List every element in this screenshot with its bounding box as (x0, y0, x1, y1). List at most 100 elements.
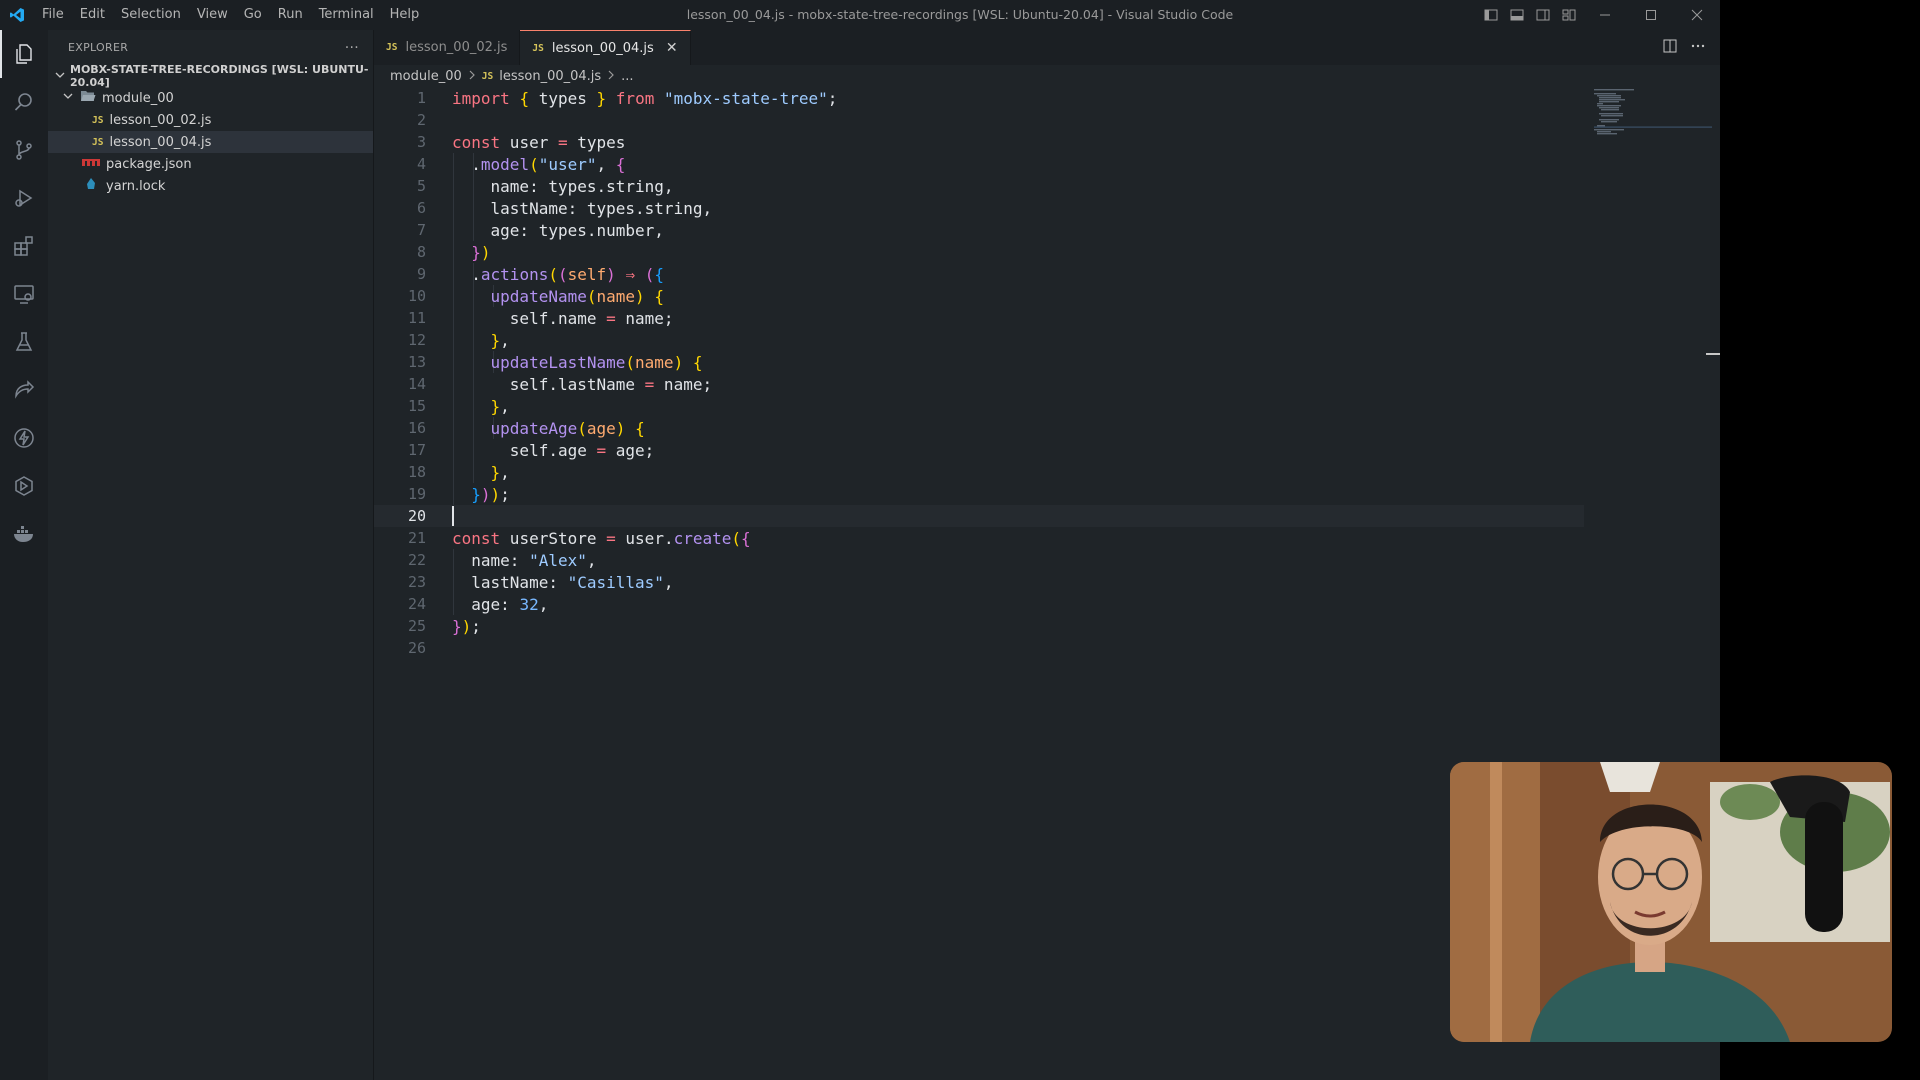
window-title: lesson_00_04.js - mobx-state-tree-record… (686, 7, 1234, 22)
menu-selection[interactable]: Selection (113, 0, 189, 30)
chevron-right-icon (607, 69, 615, 84)
breadcrumb-folder[interactable]: module_00 (390, 69, 462, 84)
tab-label: lesson_00_04.js (551, 40, 654, 56)
chevron-down-icon (60, 88, 76, 108)
code-line: 7 age: types.number, (416, 220, 664, 240)
sidebar-title: EXPLORER (68, 41, 129, 54)
customize-layout-icon[interactable] (1556, 0, 1582, 30)
explorer-sidebar: EXPLORER ··· MOBX-STATE-TREE-RECORDINGS … (48, 30, 374, 1080)
thunder-client-icon[interactable] (0, 414, 48, 462)
live-share-icon[interactable] (0, 366, 48, 414)
code-line: 8 }) (416, 242, 491, 262)
tab-lesson-02[interactable]: JS lesson_00_02.js (374, 30, 521, 65)
file-label: lesson_00_02.js (109, 112, 212, 128)
code-line: 15 }, (407, 396, 510, 416)
editor-actions (1662, 30, 1706, 65)
code-line: 2 (416, 111, 426, 129)
npm-icon (82, 157, 100, 172)
js-file-icon: JS (92, 114, 104, 126)
explorer-icon[interactable] (0, 30, 48, 78)
vscode-logo-icon (0, 0, 34, 30)
toggle-secondary-sidebar-icon[interactable] (1530, 0, 1556, 30)
code-line-current: 20 (374, 505, 1584, 527)
code-line: 22 name: "Alex", (407, 550, 597, 570)
breadcrumb: module_00 JS lesson_00_04.js ... (374, 65, 1720, 87)
code-line: 13 updateLastName(name) { (407, 352, 703, 372)
menu-go[interactable]: Go (236, 0, 270, 30)
more-actions-icon[interactable] (1690, 38, 1706, 58)
chevron-right-icon (468, 69, 476, 84)
code-line: 25}); (407, 616, 481, 636)
folder-open-icon (80, 89, 96, 107)
run-debug-icon[interactable] (0, 174, 48, 222)
code-line: 19 })); (407, 484, 510, 504)
breadcrumb-symbol[interactable]: ... (621, 69, 633, 84)
close-window-icon[interactable] (1674, 0, 1720, 30)
code-line: 4 .model("user", { (416, 154, 626, 174)
menu-run[interactable]: Run (270, 0, 311, 30)
file-label: package.json (106, 156, 192, 172)
split-editor-icon[interactable] (1662, 38, 1678, 58)
code-line: 24 age: 32, (407, 594, 549, 614)
js-file-icon: JS (386, 42, 398, 53)
search-icon[interactable] (0, 78, 48, 126)
extensions-icon[interactable] (0, 222, 48, 270)
workspace-folder-header[interactable]: MOBX-STATE-TREE-RECORDINGS [WSL: UBUNTU-… (48, 63, 373, 89)
code-line: 16 updateAge(age) { (407, 418, 645, 438)
code-line: 10 updateName(name) { (407, 286, 664, 306)
text-cursor (452, 506, 454, 526)
menu-terminal[interactable]: Terminal (311, 0, 382, 30)
menu-bar: File Edit Selection View Go Run Terminal… (34, 0, 427, 30)
tree-file-package-json[interactable]: package.json (48, 153, 373, 175)
tree-file-lesson-04[interactable]: JS lesson_00_04.js (48, 131, 373, 153)
scrollbar-position-marker (1706, 353, 1720, 355)
code-line: 17 self.age = age; (407, 440, 655, 460)
tree-file-lesson-02[interactable]: JS lesson_00_02.js (48, 109, 373, 131)
maximize-icon[interactable] (1628, 0, 1674, 30)
code-line: 23 lastName: "Casillas", (407, 572, 674, 592)
sidebar-more-button[interactable]: ··· (345, 40, 359, 56)
kubernetes-icon[interactable] (0, 462, 48, 510)
title-bar: File Edit Selection View Go Run Terminal… (0, 0, 1720, 30)
tab-label: lesson_00_02.js (405, 40, 508, 55)
testing-icon[interactable] (0, 318, 48, 366)
toggle-panel-icon[interactable] (1504, 0, 1530, 30)
webcam-video-overlay (1450, 762, 1892, 1042)
code-line: 3 const user = types (416, 132, 626, 152)
source-control-icon[interactable] (0, 126, 48, 174)
menu-help[interactable]: Help (382, 0, 428, 30)
breadcrumb-file[interactable]: lesson_00_04.js (499, 69, 601, 84)
code-line: 18 }, (407, 462, 510, 482)
editor-tabs: JS lesson_00_02.js JS lesson_00_04.js ✕ (374, 30, 1720, 65)
remote-explorer-icon[interactable] (0, 270, 48, 318)
menu-file[interactable]: File (34, 0, 72, 30)
menu-view[interactable]: View (189, 0, 236, 30)
code-line: 6 lastName: types.string, (416, 198, 713, 218)
code-line: 9 .actions((self) ⇒ ({ (416, 264, 664, 284)
docker-icon[interactable] (0, 510, 48, 558)
activity-bar (0, 30, 48, 1080)
sidebar-header: EXPLORER ··· (48, 30, 373, 65)
code-line: 1 import { types } from "mobx-state-tree"… (416, 88, 838, 108)
workspace-name: MOBX-STATE-TREE-RECORDINGS [WSL: UBUNTU-… (70, 63, 369, 89)
toggle-sidebar-icon[interactable] (1478, 0, 1504, 30)
yarn-icon (82, 177, 100, 195)
code-line: 11 self.name = name; (407, 308, 674, 328)
code-line: 14 self.lastName = name; (407, 374, 713, 394)
minimap[interactable] (1594, 87, 1712, 147)
tree-folder-module[interactable]: module_00 (48, 87, 373, 109)
minimize-icon[interactable] (1582, 0, 1628, 30)
js-file-icon: JS (532, 42, 544, 54)
menu-edit[interactable]: Edit (72, 0, 113, 30)
tree-file-yarn-lock[interactable]: yarn.lock (48, 175, 373, 197)
file-label: yarn.lock (106, 178, 166, 194)
js-file-icon: JS (481, 70, 494, 82)
chevron-down-icon (52, 67, 68, 86)
file-label: lesson_00_04.js (109, 134, 212, 150)
code-line: 12 }, (407, 330, 510, 350)
title-controls (1478, 0, 1720, 30)
js-file-icon: JS (92, 136, 104, 148)
code-line: 21 const userStore = user.create({ (407, 528, 751, 548)
close-tab-icon[interactable]: ✕ (666, 40, 678, 56)
tab-lesson-04[interactable]: JS lesson_00_04.js ✕ (520, 30, 691, 65)
